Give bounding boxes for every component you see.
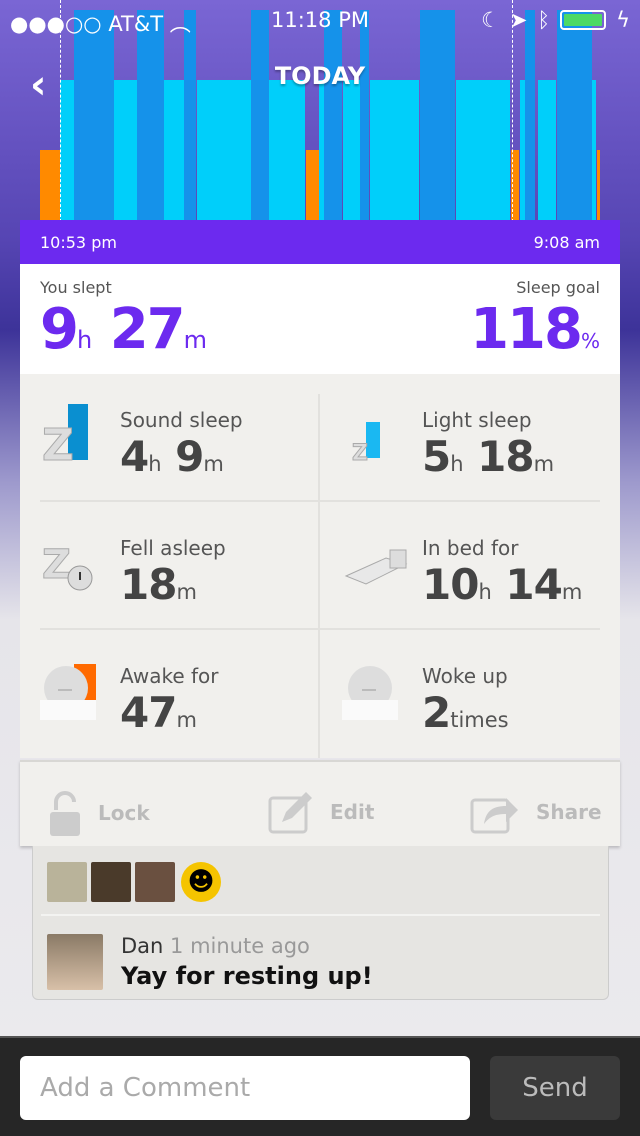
avatar[interactable] bbox=[47, 862, 87, 902]
share-button[interactable]: Share bbox=[470, 790, 602, 834]
light-sleep-bar bbox=[456, 80, 510, 222]
light-sleep-bar bbox=[60, 80, 74, 222]
avatar[interactable] bbox=[47, 934, 103, 990]
stats-grid: Z Sound sleep 4h 9m Z Light sleep 5h 18m Z Fell… bbox=[20, 374, 620, 758]
sound-sleep-icon: Z bbox=[40, 404, 100, 472]
light-sleep-bar bbox=[592, 80, 596, 222]
awake-bar bbox=[306, 150, 319, 222]
light-sleep-bar bbox=[164, 80, 184, 222]
awake-face-icon bbox=[40, 660, 100, 720]
slept-label: You slept bbox=[40, 278, 112, 297]
start-time: 10:53 pm bbox=[40, 232, 117, 252]
sound-sleep-bar bbox=[557, 10, 592, 222]
stat-value: 4h 9m bbox=[120, 432, 224, 481]
sound-sleep-bar bbox=[420, 10, 455, 222]
awake-bar bbox=[40, 150, 60, 222]
action-bar: Lock Edit Share bbox=[20, 760, 620, 846]
woke-up-face-icon bbox=[342, 660, 402, 720]
fell-asleep-timer-icon: Z bbox=[40, 532, 100, 592]
moon-icon: ☾ bbox=[481, 8, 500, 32]
bluetooth-icon: ᛒ bbox=[537, 8, 551, 32]
comment-author: Dan bbox=[121, 934, 164, 958]
comment-item: Dan 1 minute ago Yay for resting up! bbox=[41, 914, 600, 994]
send-button[interactable]: Send bbox=[490, 1056, 620, 1120]
bed-icon bbox=[342, 532, 408, 592]
goal-label: Sleep goal bbox=[516, 278, 600, 297]
comment-composer: Send bbox=[0, 1036, 640, 1136]
stat-value: 5h 18m bbox=[422, 432, 555, 481]
comment-input[interactable] bbox=[20, 1056, 470, 1120]
edit-icon bbox=[268, 792, 312, 834]
light-sleep-bar bbox=[370, 80, 419, 222]
sound-sleep-bar bbox=[137, 10, 164, 222]
sound-sleep-bar bbox=[74, 10, 114, 222]
sound-sleep-bar bbox=[251, 10, 269, 222]
awake-bar bbox=[597, 150, 600, 222]
light-sleep-bar bbox=[197, 80, 251, 222]
stat-label: In bed for bbox=[422, 536, 519, 560]
svg-text:Z: Z bbox=[42, 542, 71, 588]
light-sleep-bar bbox=[343, 80, 360, 222]
battery-icon bbox=[560, 10, 607, 30]
light-sleep-bar bbox=[114, 80, 137, 222]
avatar[interactable] bbox=[91, 862, 131, 902]
stat-woke-up: Woke up 2times bbox=[322, 630, 602, 758]
timeline-bar: 10:53 pm 9:08 am bbox=[20, 220, 620, 264]
sleep-summary: You slept 9h 27m Sleep goal 118% bbox=[20, 264, 620, 374]
goal-value: 118% bbox=[470, 297, 600, 362]
comment-time: 1 minute ago bbox=[170, 934, 310, 958]
lock-button[interactable]: Lock bbox=[50, 790, 150, 836]
stat-value: 47m bbox=[120, 688, 197, 737]
charging-icon: ϟ bbox=[616, 8, 630, 32]
stat-label: Light sleep bbox=[422, 408, 532, 432]
stat-in-bed-for: In bed for 10h 14m bbox=[322, 502, 602, 630]
svg-text:Z: Z bbox=[42, 420, 74, 464]
stat-label: Woke up bbox=[422, 664, 508, 688]
stat-awake-for: Awake for 47m bbox=[20, 630, 300, 758]
page-title: TODAY bbox=[274, 62, 366, 90]
emoji-avatar[interactable]: ☻ bbox=[181, 862, 221, 902]
stat-fell-asleep: Z Fell asleep 18m bbox=[20, 502, 300, 630]
svg-text:Z: Z bbox=[352, 441, 368, 464]
comment-message: Yay for resting up! bbox=[121, 962, 373, 990]
sound-sleep-bar bbox=[184, 10, 196, 222]
stat-sound-sleep: Z Sound sleep 4h 9m bbox=[20, 374, 300, 502]
light-sleep-bar bbox=[269, 80, 305, 222]
end-time: 9:08 am bbox=[533, 232, 600, 252]
social-section: ☻ Dan 1 minute ago Yay for resting up! bbox=[32, 846, 609, 1000]
avatar[interactable] bbox=[135, 862, 175, 902]
stat-label: Awake for bbox=[120, 664, 219, 688]
edit-button[interactable]: Edit bbox=[268, 790, 374, 834]
status-bar: ●●●○○ AT&T ︵ 11:18 PM ☾ ➤ ᛒ ϟ bbox=[0, 0, 640, 40]
stat-value: 10h 14m bbox=[422, 560, 583, 609]
stat-light-sleep: Z Light sleep 5h 18m bbox=[322, 374, 602, 502]
sound-sleep-bar bbox=[525, 10, 535, 222]
share-icon bbox=[470, 798, 518, 834]
sound-sleep-bar bbox=[360, 10, 369, 222]
light-sleep-bar bbox=[538, 80, 556, 222]
slept-value: 9h 27m bbox=[40, 297, 208, 362]
location-icon: ➤ bbox=[509, 8, 528, 32]
stat-label: Sound sleep bbox=[120, 408, 243, 432]
stat-value: 2times bbox=[422, 688, 509, 737]
stat-value: 18m bbox=[120, 560, 197, 609]
sound-sleep-bar bbox=[324, 10, 342, 222]
stat-label: Fell asleep bbox=[120, 536, 226, 560]
lock-icon bbox=[50, 791, 80, 836]
light-sleep-icon: Z bbox=[342, 404, 402, 467]
